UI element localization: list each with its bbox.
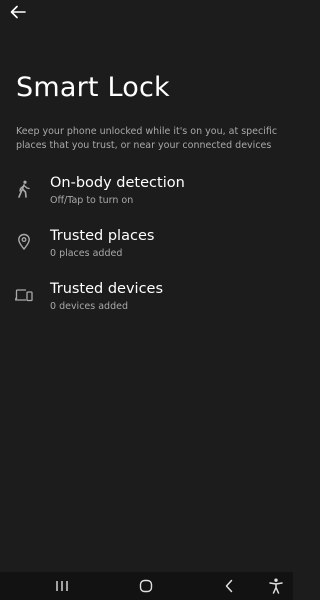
back-button[interactable] [6,2,30,22]
devices-icon [14,285,34,305]
smart-lock-screen: Smart Lock Keep your phone unlocked whil… [0,0,293,600]
nav-back-button[interactable] [217,576,241,596]
trusted-devices-count: 0 devices added [50,301,128,312]
trusted-places-title: Trusted places [50,228,155,244]
arrow-back-icon [10,5,26,19]
trusted-devices-title: Trusted devices [50,281,164,297]
accessibility-button[interactable] [264,576,288,596]
recents-icon [56,581,68,591]
page-title: Smart Lock [16,72,170,103]
back-chevron-icon [225,579,233,593]
navigation-bar [0,572,293,600]
on-body-detection-status: Off/Tap to turn on [50,195,134,206]
trusted-devices-item[interactable]: Trusted devices 0 devices added [0,281,293,327]
home-button[interactable] [134,576,158,596]
on-body-detection-item[interactable]: On-body detection Off/Tap to turn on [0,175,293,221]
home-icon [139,579,153,593]
accessibility-icon [269,578,283,594]
trusted-places-item[interactable]: Trusted places 0 places added [0,228,293,274]
page-description: Keep your phone unlocked while it's on y… [16,126,278,151]
on-body-detection-title: On-body detection [50,175,185,191]
location-pin-icon [14,232,34,252]
walking-person-icon [14,179,34,199]
trusted-places-count: 0 places added [50,248,123,259]
recents-button[interactable] [50,576,74,596]
